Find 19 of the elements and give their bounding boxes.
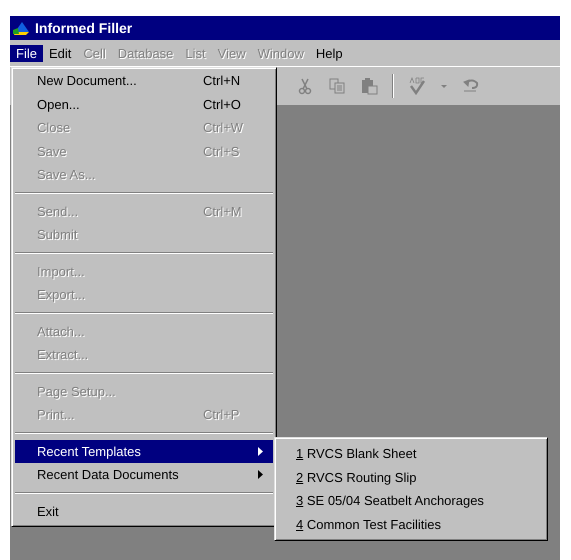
menu-item[interactable]: 2 RVCS Routing Slip [278,466,544,489]
submenu-arrow-icon [258,470,263,480]
menu-item[interactable]: Exit [15,500,273,523]
menu-item[interactable]: 3 SE 05/04 Seatbelt Anchorages [278,489,544,512]
menu-bar-item[interactable]: File [10,44,43,62]
menu-item[interactable]: Recent Data Documents [15,463,273,486]
menu-bar-item[interactable]: Help [310,44,349,62]
menu-item[interactable]: Recent Templates [15,440,273,463]
menu-item[interactable]: 4 Common Test Facilities [278,512,544,536]
spell-check-icon[interactable] [408,77,426,95]
app-logo-icon [13,20,31,36]
menu-item[interactable]: 1 RVCS Blank Sheet [278,442,544,466]
scissors-icon[interactable] [296,77,314,95]
menu-bar-item[interactable]: Edit [42,44,78,62]
menu-item[interactable]: Open... Ctrl+O [15,92,273,116]
submenu-arrow-icon [258,446,263,456]
copy-icon[interactable] [328,77,346,95]
paste-icon[interactable] [360,77,378,95]
window-title: Informed Filler [35,20,132,36]
